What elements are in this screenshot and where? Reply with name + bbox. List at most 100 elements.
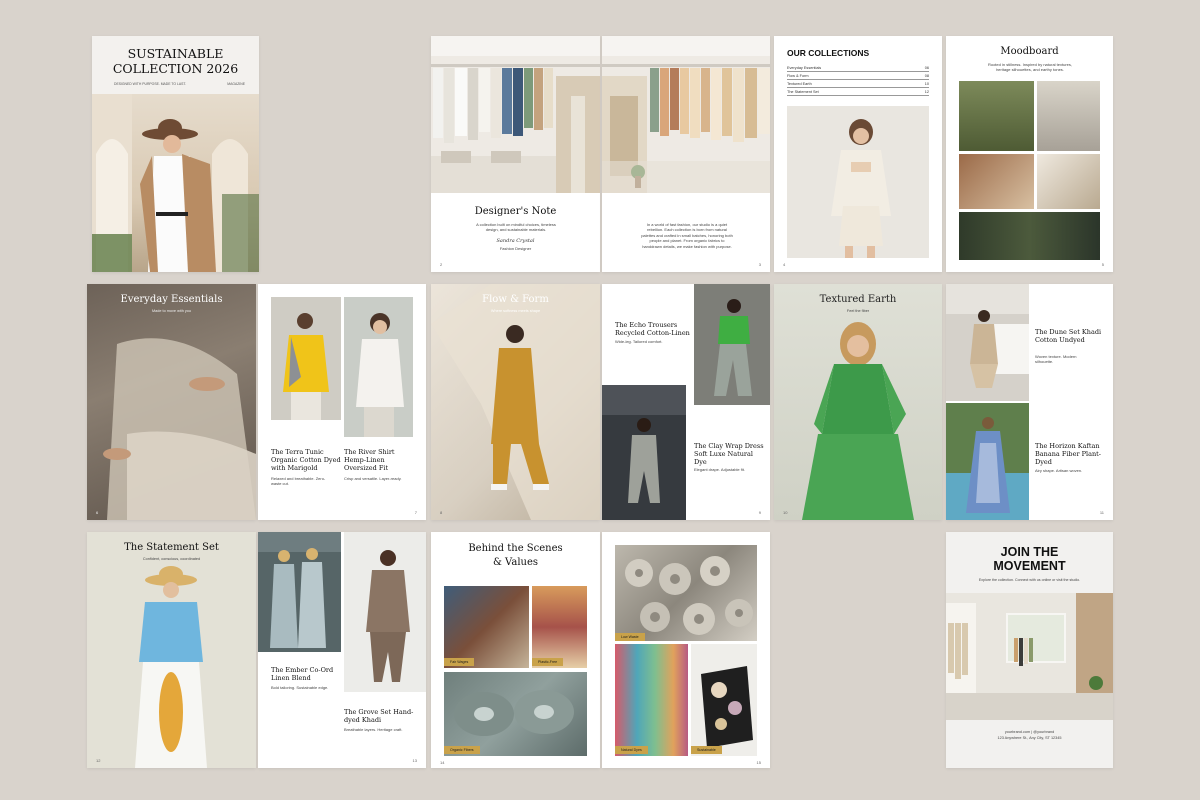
- designer-note-title: Designer's Note: [474, 206, 557, 217]
- terra-tunic-title: The Terra Tunic Organic Cotton Dyed with…: [271, 448, 341, 473]
- ember-coord-desc: Bold tailoring. Sustainable edge.: [271, 685, 329, 690]
- mood-fabric-photo: [1037, 81, 1100, 151]
- mood-leaves-photo: [959, 212, 1100, 260]
- join-text: Explore the collection. Connect with us …: [978, 578, 1081, 582]
- everyday-right-page: The Terra Tunic Organic Cotton Dyed with…: [258, 284, 426, 520]
- everyday-title: Everyday Essentials: [120, 294, 223, 305]
- echo-trousers-photo: [694, 284, 770, 405]
- page-number: 2: [440, 262, 443, 267]
- tag-plastic-free: Plastic-Free: [532, 658, 564, 666]
- collections-toc: Everyday Essentials 06 Flow & Form 08 Text…: [787, 64, 929, 96]
- tag-natural-dyes: Natural Dyes: [615, 746, 648, 754]
- collections-title: OUR COLLECTIONS: [787, 48, 870, 58]
- dyed-fabrics-photo: [615, 644, 688, 756]
- dune-set-photo: [946, 284, 1029, 401]
- page-number: 15: [756, 760, 761, 765]
- designer-note-left-page: Designer's Note A collection built on mi…: [431, 36, 600, 272]
- everyday-left-page: Everyday Essentials Made to move with yo…: [87, 284, 256, 520]
- everyday-illustration: [103, 338, 256, 520]
- textured-title: Textured Earth: [819, 294, 897, 305]
- behind-left-page: Behind the Scenes & Values Fair Wages Pl…: [431, 532, 600, 768]
- statement-right-page: The Ember Co-Ord Linen Blend Bold tailor…: [258, 532, 426, 768]
- textured-left-page: Textured Earth Feel the fiber 10: [774, 284, 942, 520]
- statement-subtitle: Confident, conscious, coordinated: [142, 557, 201, 561]
- tailor-workshop-photo: [444, 586, 529, 668]
- terra-tunic-photo: [271, 297, 341, 420]
- cover-photo: [92, 94, 259, 272]
- textured-illustration: [802, 322, 914, 520]
- page-number: 12: [96, 758, 101, 763]
- grove-set-title: The Grove Set Hand-dyed Khadi: [344, 708, 414, 725]
- flow-right-page: The Echo Trousers Recycled Cotton-Linen …: [602, 284, 770, 520]
- designer-note-intro: A collection built on mindful choices, t…: [476, 222, 556, 233]
- designer-signature: Sandra Crystal: [496, 238, 535, 244]
- river-shirt-photo: [344, 297, 413, 437]
- join-contact-web[interactable]: yourbrand.com | @yourbrand: [946, 730, 1113, 734]
- river-shirt-desc: Crisp and versatile. Layer-ready.: [344, 476, 402, 481]
- terra-tunic-desc: Relaxed and breathable. Zero-waste cut.: [271, 476, 326, 487]
- page-number: 13: [412, 758, 417, 763]
- fabric-rolls-photo: [615, 545, 757, 641]
- page-number: 8: [440, 510, 443, 515]
- tag-low-waste: Low Waste: [615, 633, 645, 641]
- page-number: 9: [758, 510, 761, 515]
- collections-page: OUR COLLECTIONS Everyday Essentials 06 Fl…: [774, 36, 942, 272]
- join-title: JOIN THE MOVEMENT: [993, 545, 1066, 573]
- page-number: 3: [758, 262, 761, 267]
- echo-trousers-desc: Wide-leg. Tailored comfort.: [615, 339, 663, 344]
- designer-note-body: In a world of fast fashion, our studio i…: [641, 222, 733, 249]
- page-number: 14: [440, 760, 445, 765]
- moodboard-page: Moodboard Rooted in stillness. Inspired …: [946, 36, 1113, 272]
- flow-title: Flow & Form: [482, 294, 549, 305]
- behind-title: Behind the Scenes & Values: [468, 543, 563, 568]
- textured-subtitle: Feel the fiber: [846, 309, 870, 313]
- echo-trousers-title: The Echo Trousers Recycled Cotton-Linen: [615, 321, 690, 338]
- join-contact-address: 123 Anywhere St., Any City, ST 12345: [997, 736, 1062, 740]
- join-movement-page: JOIN THE MOVEMENT Explore the collection…: [946, 532, 1113, 768]
- flow-illustration: [431, 284, 600, 520]
- statement-left-page: The Statement Set Confident, conscious, …: [87, 532, 256, 768]
- dune-set-desc: Woven texture. Modern silhouette.: [1035, 354, 1077, 365]
- dune-set-title: The Dune Set Khadi Cotton Undyed: [1035, 328, 1102, 345]
- cover-illustration: [92, 94, 259, 272]
- flow-subtitle: Where softness meets shape: [490, 309, 541, 313]
- studio-photo: [946, 593, 1113, 720]
- ember-coord-photo: [258, 532, 341, 652]
- river-shirt-title: The River Shirt Hemp-Linen Oversized Fit: [344, 448, 395, 473]
- tag-sustainable: Sustainable: [691, 746, 722, 754]
- page-number: 6: [96, 510, 99, 515]
- designer-role: Fashion Designer: [499, 246, 532, 251]
- mood-forest-photo: [959, 81, 1034, 151]
- ember-coord-title: The Ember Co-Ord Linen Blend: [271, 666, 334, 683]
- page-number: 7: [414, 510, 417, 515]
- toc-row[interactable]: Everyday Essentials 06: [787, 64, 929, 72]
- toc-row[interactable]: Textured Earth 10: [787, 80, 929, 88]
- tag-organic-fibers: Organic Fibers: [444, 746, 480, 754]
- page-number: 5: [1101, 262, 1104, 267]
- horizon-kaftan-title: The Horizon Kaftan Banana Fiber Plant-Dy…: [1035, 442, 1101, 467]
- everyday-subtitle: Made to move with you: [151, 309, 192, 313]
- cover-subtitle: DESIGNED WITH PURPOSE. MADE TO LAST.: [114, 82, 187, 86]
- toc-row[interactable]: Flow & Form 08: [787, 72, 929, 80]
- page-number: 11: [1099, 510, 1104, 515]
- collections-photo: [787, 106, 929, 258]
- statement-title: The Statement Set: [124, 542, 219, 553]
- cover-page: SUSTAINABLE COLLECTION 2026 DESIGNED WIT…: [92, 36, 259, 272]
- horizon-kaftan-desc: Airy shape. Artisan woven.: [1035, 468, 1083, 473]
- moodboard-title: Moodboard: [1000, 46, 1059, 57]
- toc-row[interactable]: The Statement Set 12: [787, 88, 929, 96]
- page-number: 10: [783, 510, 788, 515]
- wardrobe-photo-left: [431, 36, 600, 193]
- mood-sketch-photo: [1037, 154, 1100, 209]
- floral-bag-photo: [691, 644, 757, 756]
- clay-dress-photo: [602, 385, 686, 520]
- cover-title: SUSTAINABLE COLLECTION 2026: [112, 46, 239, 76]
- tag-fair-wages: Fair Wages: [444, 658, 475, 666]
- horizon-kaftan-photo: [946, 403, 1029, 520]
- grove-set-photo: [344, 532, 426, 692]
- textured-right-page: The Dune Set Khadi Cotton Undyed Woven t…: [946, 284, 1113, 520]
- mood-craft-photo: [959, 154, 1034, 209]
- behind-right-page: Low Waste Natural Dyes Sustainable 15: [602, 532, 770, 768]
- page-number: 4: [783, 262, 786, 267]
- clay-dress-desc: Elegant drape. Adjustable fit.: [694, 467, 745, 472]
